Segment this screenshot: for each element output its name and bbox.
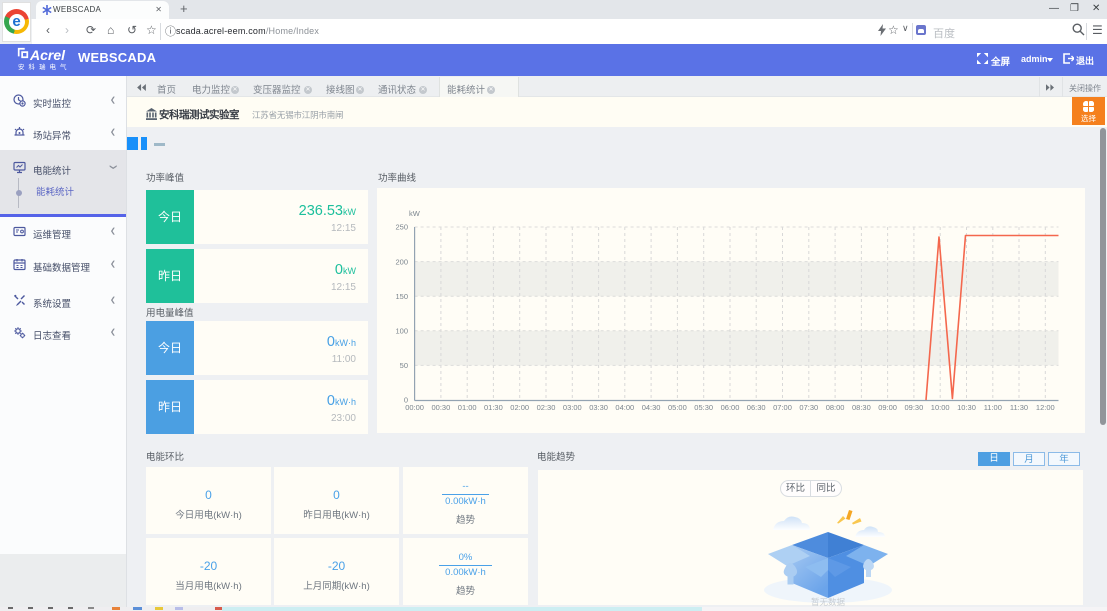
svg-text:06:00: 06:00 [721, 403, 740, 412]
svg-text:01:00: 01:00 [458, 403, 477, 412]
svg-text:50: 50 [400, 361, 408, 370]
svg-text:暂无数据: 暂无数据 [811, 597, 846, 607]
svg-text:10:30: 10:30 [957, 403, 976, 412]
svg-text:02:30: 02:30 [537, 403, 556, 412]
svg-text:kW: kW [409, 209, 421, 218]
svg-text:11:30: 11:30 [1010, 403, 1028, 412]
svg-text:03:00: 03:00 [563, 403, 582, 412]
svg-text:10:00: 10:00 [931, 403, 950, 412]
svg-text:09:00: 09:00 [878, 403, 897, 412]
svg-text:150: 150 [395, 292, 408, 301]
svg-text:07:30: 07:30 [799, 403, 818, 412]
svg-text:07:00: 07:00 [773, 403, 792, 412]
svg-text:09:30: 09:30 [905, 403, 924, 412]
svg-text:00:00: 00:00 [405, 403, 424, 412]
svg-text:100: 100 [395, 327, 408, 336]
svg-text:04:30: 04:30 [642, 403, 661, 412]
svg-text:04:00: 04:00 [615, 403, 634, 412]
svg-text:03:30: 03:30 [589, 403, 608, 412]
svg-text:08:00: 08:00 [826, 403, 845, 412]
svg-text:11:00: 11:00 [984, 403, 1002, 412]
svg-text:02:00: 02:00 [510, 403, 529, 412]
svg-text:06:30: 06:30 [747, 403, 766, 412]
svg-text:05:30: 05:30 [694, 403, 713, 412]
svg-text:12:00: 12:00 [1036, 403, 1055, 412]
svg-text:250: 250 [395, 223, 408, 232]
svg-text:08:30: 08:30 [852, 403, 871, 412]
svg-text:200: 200 [395, 257, 408, 266]
svg-text:00:30: 00:30 [432, 403, 451, 412]
svg-text:05:00: 05:00 [668, 403, 687, 412]
svg-text:01:30: 01:30 [484, 403, 503, 412]
